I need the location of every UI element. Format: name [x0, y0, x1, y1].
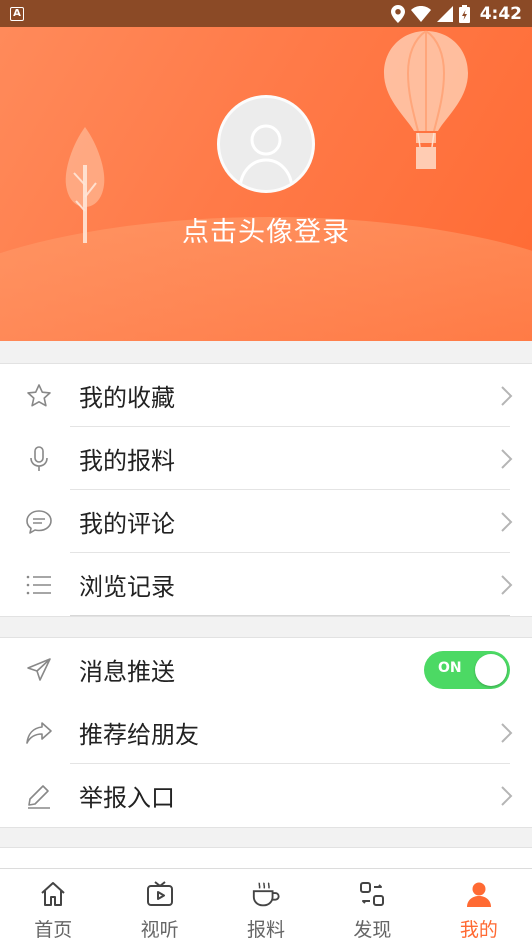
push-toggle[interactable]: ON — [424, 650, 510, 689]
menu-item-label: 浏览记录 — [79, 573, 175, 601]
chevron-right-icon — [501, 385, 513, 406]
nav-tip-off[interactable]: 报料 — [213, 869, 319, 946]
nav-audio-video[interactable]: 视听 — [106, 869, 212, 946]
nav-label: 首页 — [34, 919, 73, 941]
star-icon — [24, 381, 54, 411]
comment-icon — [24, 507, 54, 537]
home-icon — [38, 879, 68, 909]
menu-item-push-notifications: 消息推送 ON — [0, 638, 532, 701]
status-bar: A 4:42 — [0, 0, 532, 27]
battery-charging-icon — [458, 4, 470, 23]
wifi-icon — [410, 5, 431, 22]
nav-label: 视听 — [140, 919, 179, 941]
menu-group-personal: 我的收藏 我的报料 我的评论 浏览记录 — [0, 363, 532, 617]
share-icon — [24, 718, 54, 748]
menu-item-label: 我的报料 — [79, 447, 175, 475]
nav-discover[interactable]: 发现 — [319, 869, 425, 946]
chevron-right-icon — [501, 574, 513, 595]
discover-icon — [357, 879, 387, 909]
send-icon — [24, 655, 54, 685]
toggle-knob — [475, 653, 507, 686]
menu-item-recommend[interactable]: 推荐给朋友 — [0, 701, 532, 764]
microphone-icon — [24, 444, 54, 474]
chevron-right-icon — [501, 511, 513, 532]
tv-icon — [145, 879, 175, 909]
menu-item-label: 推荐给朋友 — [79, 721, 199, 749]
pencil-icon — [24, 781, 54, 811]
menu-item-history[interactable]: 浏览记录 — [0, 553, 532, 616]
bottom-nav: 首页 视听 报料 发现 我的 — [0, 868, 532, 946]
person-icon — [464, 879, 494, 909]
chevron-right-icon — [501, 448, 513, 469]
list-icon — [24, 570, 54, 600]
menu-item-my-comments[interactable]: 我的评论 — [0, 490, 532, 553]
user-placeholder-icon — [238, 124, 294, 190]
menu-item-label: 我的收藏 — [79, 384, 175, 412]
cup-icon — [251, 879, 281, 909]
menu-group-settings: 消息推送 ON 推荐给朋友 举报入口 — [0, 637, 532, 828]
nav-home[interactable]: 首页 — [0, 869, 106, 946]
clock: 4:42 — [479, 3, 522, 24]
login-prompt[interactable]: 点击头像登录 — [0, 210, 532, 249]
menu-item-favorites[interactable]: 我的收藏 — [0, 364, 532, 427]
avatar[interactable] — [217, 95, 315, 193]
nav-label: 报料 — [247, 919, 286, 941]
nav-label: 发现 — [353, 919, 392, 941]
toggle-state: ON — [438, 659, 462, 676]
signal-icon — [436, 5, 453, 22]
chevron-right-icon — [501, 785, 513, 806]
location-icon — [390, 4, 405, 23]
nav-mine[interactable]: 我的 — [426, 869, 532, 946]
nav-label: 我的 — [459, 919, 498, 941]
screen: A 4:42 点击头像登录 我的收藏 我的报料 我的评论 浏览记录 消息推送 O… — [0, 0, 532, 946]
profile-header: 点击头像登录 — [0, 27, 532, 341]
menu-item-my-reports[interactable]: 我的报料 — [0, 427, 532, 490]
menu-item-label: 举报入口 — [79, 784, 175, 812]
divider — [70, 615, 510, 616]
menu-item-report-entry[interactable]: 举报入口 — [0, 764, 532, 827]
chevron-right-icon — [501, 722, 513, 743]
menu-item-label: 我的评论 — [79, 510, 175, 538]
balloon-decoration — [384, 30, 468, 169]
app-badge: A — [10, 6, 24, 21]
menu-item-label: 消息推送 — [79, 658, 175, 686]
